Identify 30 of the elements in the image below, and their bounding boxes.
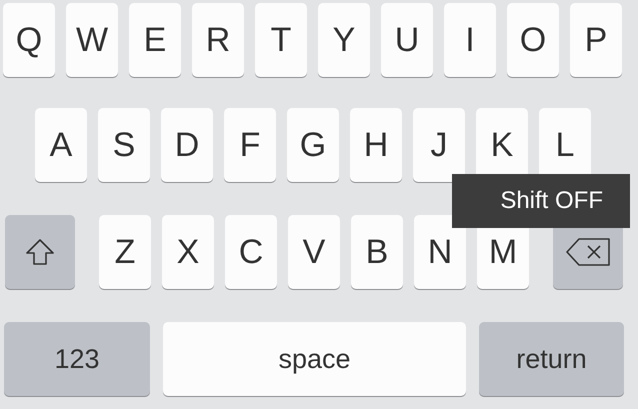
shift-key[interactable] [5,215,75,289]
backspace-icon [566,238,610,266]
letter-key[interactable]: S [98,108,150,182]
letter-key[interactable]: X [162,215,214,289]
letter-key[interactable]: A [35,108,87,182]
letter-key[interactable]: G [287,108,339,182]
letter-key[interactable]: P [570,3,622,77]
numbers-key[interactable]: 123 [4,322,150,396]
space-key[interactable]: space [163,322,466,396]
letter-key[interactable]: Z [99,215,151,289]
letter-key[interactable]: I [444,3,496,77]
letter-key[interactable]: N [414,215,466,289]
shift-icon [26,239,54,265]
letter-key[interactable]: T [255,3,307,77]
letter-key[interactable]: J [413,108,465,182]
letter-key[interactable]: B [351,215,403,289]
letter-key[interactable]: Y [318,3,370,77]
letter-key[interactable]: F [224,108,276,182]
letter-key[interactable]: Q [3,3,55,77]
letter-key[interactable]: D [161,108,213,182]
letter-key[interactable]: R [192,3,244,77]
tooltip: Shift OFF [452,174,630,228]
letter-key[interactable]: V [288,215,340,289]
letter-key[interactable]: O [507,3,559,77]
return-key[interactable]: return [479,322,624,396]
letter-key[interactable]: W [66,3,118,77]
letter-key[interactable]: E [129,3,181,77]
letter-key[interactable]: H [350,108,402,182]
letter-key[interactable]: U [381,3,433,77]
letter-key[interactable]: C [225,215,277,289]
